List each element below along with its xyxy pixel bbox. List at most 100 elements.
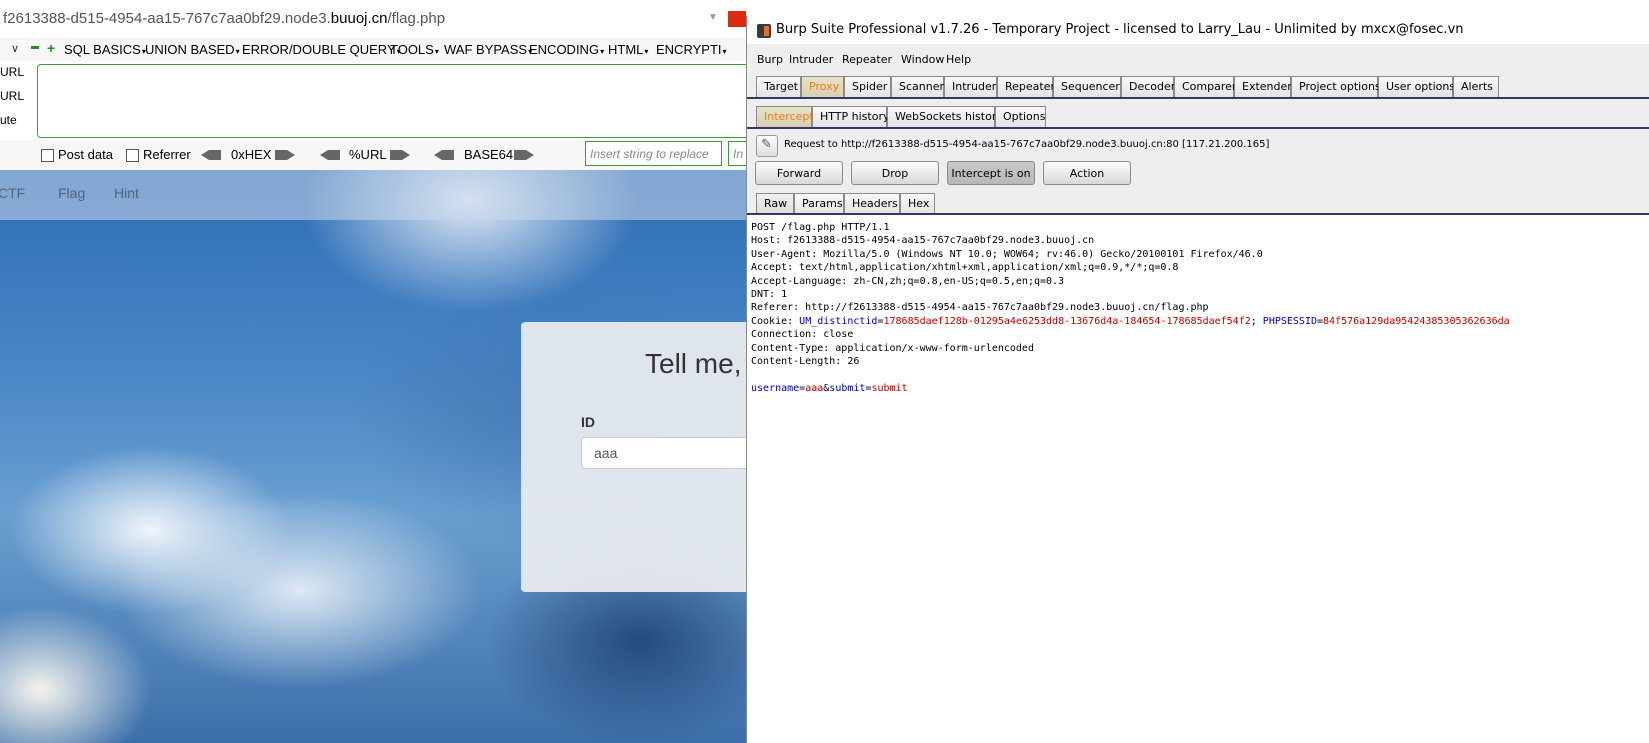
tab-extender[interactable]: Extender [1234,76,1292,97]
cookie-prefix: Cookie: [751,315,800,327]
hackbar-menu: ∨ + SQL BASICS UNION BASED ERROR/DOUBLE … [0,38,746,62]
tab-options[interactable]: Options [995,106,1046,127]
menu-help[interactable]: Help [946,53,971,66]
replace-string-input[interactable]: Insert string to replace [585,141,722,166]
tab-sequencer[interactable]: Sequencer [1053,76,1121,97]
tab-project-options[interactable]: Project options [1291,76,1381,97]
body-param-value: submit [871,382,908,394]
load-url-label[interactable]: URL [0,65,24,79]
header-content-length: Content-Length: 26 [751,355,860,367]
tab-spider[interactable]: Spider [844,76,891,97]
tab-intercept[interactable]: Intercept [756,106,814,127]
tab-websockets-history[interactable]: WebSockets history [887,106,1003,127]
header-user-agent: User-Agent: Mozilla/5.0 (Windows NT 10.0… [751,248,1263,260]
post-data-label: Post data [58,147,113,162]
tab-user-options[interactable]: User options [1378,76,1455,97]
tab-scanner[interactable]: Scanner [891,76,944,97]
referrer-checkbox[interactable] [126,149,139,162]
base64-label: BASE64 [464,147,514,162]
hex-label: 0xHEX [231,147,272,162]
tab-headers[interactable]: Headers [844,193,900,214]
header-host: Host: f2613388-d515-4954-aa15-767c7aa0bf… [751,235,1095,247]
menu-sql-basics[interactable]: SQL BASICS [64,42,146,57]
tab-params[interactable]: Params [794,193,844,214]
menu-union-based[interactable]: UNION BASED [145,42,240,57]
burp-logo-icon [757,24,771,38]
url-dropdown-icon[interactable]: ▼ [708,12,718,23]
execute-label[interactable]: ute [0,113,17,127]
url-label: %URL [349,147,387,162]
menu-error-double-query[interactable]: ERROR/DOUBLE QUERY [242,42,401,57]
tab-hex[interactable]: Hex [900,193,935,214]
action-button[interactable]: Action [1043,161,1131,185]
plus-icon[interactable]: + [47,40,55,56]
request-body: username=aaa&submit=submit [747,382,1649,395]
request-target-label: Request to http://f2613388-d515-4954-aa1… [784,139,1270,150]
menu-window[interactable]: Window [901,53,944,66]
url-text[interactable]: f2613388-d515-4954-aa15-767c7aa0bf29.nod… [3,10,445,27]
tab-alerts[interactable]: Alerts [1453,76,1499,97]
url-domain: buuoj.cn [330,10,388,27]
url-decode-arrow-icon[interactable] [320,150,340,160]
split-url-label[interactable]: URL [0,89,24,103]
tab-http-history[interactable]: HTTP history [812,106,889,127]
cookie-name: PHPSESSID [1262,315,1317,327]
china-flag-icon [728,11,746,27]
proxy-tabs-divider [747,127,1649,129]
menu-repeater[interactable]: Repeater [842,53,892,66]
base64-decode-arrow-icon[interactable] [434,150,454,160]
url-bar[interactable]: f2613388-d515-4954-aa15-767c7aa0bf29.nod… [0,0,746,39]
tab-target[interactable]: Target [756,76,801,97]
replacement-string-input[interactable]: In [728,141,746,166]
site-navbar: CTF Flag Hint [0,170,746,220]
forward-button[interactable]: Forward [755,161,843,185]
id-label: ID [581,414,595,430]
post-data-checkbox[interactable] [41,149,54,162]
hackbar-url-textarea[interactable] [37,64,746,138]
tab-intruder[interactable]: Intruder [944,76,997,97]
burp-title-bar: Burp Suite Professional v1.7.26 - Tempor… [747,16,1649,44]
url-encode-arrow-icon[interactable] [390,150,410,160]
intercept-toggle-button[interactable]: Intercept is on [947,161,1035,185]
ctf-page: CTF Flag Hint Tell me, ID aaa [0,170,746,743]
header-content-type: Content-Type: application/x-www-form-url… [751,342,1034,354]
raw-request-editor[interactable]: POST /flag.php HTTP/1.1 Host: f2613388-d… [747,215,1649,743]
main-tabs-divider [747,97,1649,99]
menu-burp[interactable]: Burp [757,53,783,66]
url-prefix: f2613388-d515-4954-aa15-767c7aa0bf29.nod… [3,10,331,27]
menu-html[interactable]: HTML [608,42,648,57]
browser-window: f2613388-d515-4954-aa15-767c7aa0bf29.nod… [0,0,746,743]
cookie-value: 178685daef128b-01295a4e6253dd8-13676d4a-… [883,315,1251,327]
nav-hint[interactable]: Hint [114,185,139,201]
header-referer: Referer: http://f2613388-d515-4954-aa15-… [751,302,1209,314]
hex-decode-arrow-icon[interactable] [201,150,221,160]
nav-brand-ctf[interactable]: CTF [0,185,25,201]
chevron-down-icon[interactable]: ∨ [11,42,19,55]
burp-title-text: Burp Suite Professional v1.7.26 - Tempor… [776,22,1464,37]
tab-raw[interactable]: Raw [756,193,794,214]
body-param-name: submit [829,382,866,394]
menu-intruder[interactable]: Intruder [789,53,833,66]
nav-flag[interactable]: Flag [58,185,85,201]
tab-decoder[interactable]: Decoder [1121,76,1175,97]
burp-menubar: Burp Intruder Repeater Window Help [747,49,1649,71]
edit-pencil-icon[interactable] [756,135,778,157]
request-line: POST /flag.php HTTP/1.1 [751,222,890,233]
burp-window: Burp Suite Professional v1.7.26 - Tempor… [746,16,1649,743]
menu-encoding[interactable]: ENCODING [529,42,604,57]
tab-proxy[interactable]: Proxy [801,76,844,97]
header-accept: Accept: text/html,application/xhtml+xml,… [751,262,1179,274]
minus-icon[interactable] [31,46,39,49]
drop-button[interactable]: Drop [851,161,939,185]
base64-encode-arrow-icon[interactable] [514,150,534,160]
referrer-label: Referrer [143,147,191,162]
hex-encode-arrow-icon[interactable] [275,150,295,160]
tab-comparer[interactable]: Comparer [1174,76,1236,97]
menu-encryption[interactable]: ENCRYPTI [656,42,727,57]
cookie-name: UM_distinctid [799,315,878,327]
id-input[interactable]: aaa [581,437,746,469]
menu-tools[interactable]: TOOLS [390,42,439,57]
menu-waf-bypass[interactable]: WAF BYPASS [444,42,532,57]
tab-repeater[interactable]: Repeater [997,76,1055,97]
hackbar-side-labels: URL URL ute [0,62,36,140]
